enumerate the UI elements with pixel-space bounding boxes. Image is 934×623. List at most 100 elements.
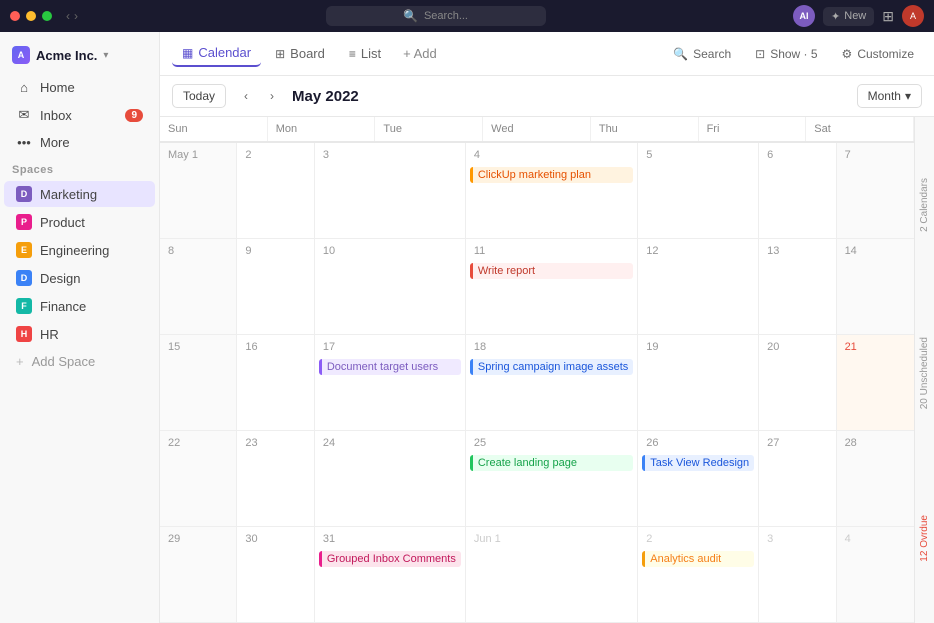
date-may22: 22: [164, 435, 232, 451]
cell-may5[interactable]: 5: [638, 143, 759, 239]
cell-may13[interactable]: 13: [759, 239, 836, 335]
tab-calendar[interactable]: ▦ Calendar: [172, 40, 261, 67]
day-sun: Sun: [160, 117, 268, 141]
cell-may3[interactable]: 3: [315, 143, 466, 239]
date-may15: 15: [164, 339, 232, 355]
sidebar-item-more[interactable]: ••• More: [4, 130, 155, 155]
event-task-view[interactable]: Task View Redesign: [642, 455, 754, 471]
cell-may19[interactable]: 19: [638, 335, 759, 431]
event-spring-campaign[interactable]: Spring campaign image assets: [470, 359, 633, 375]
hr-label: HR: [40, 327, 59, 342]
cell-jun3[interactable]: 3: [759, 527, 836, 623]
design-label: Design: [40, 271, 80, 286]
sidebar-item-finance[interactable]: F Finance: [4, 293, 155, 319]
tab-list[interactable]: ≡ List: [339, 41, 391, 66]
sidebar-item-marketing[interactable]: D Marketing: [4, 181, 155, 207]
cell-may30[interactable]: 30: [237, 527, 314, 623]
engineering-label: Engineering: [40, 243, 109, 258]
search-bar[interactable]: 🔍 Search...: [326, 6, 546, 26]
cell-may4[interactable]: 4 ClickUp marketing plan: [466, 143, 638, 239]
cell-may26[interactable]: 26 Task View Redesign: [638, 431, 759, 527]
home-icon: ⌂: [16, 80, 32, 95]
cell-may23[interactable]: 23: [237, 431, 314, 527]
cell-jun1[interactable]: Jun 1: [466, 527, 638, 623]
search-button[interactable]: 🔍 Search: [665, 43, 739, 65]
sidebar-item-design[interactable]: D Design: [4, 265, 155, 291]
calendar-main: Sun Mon Tue Wed Thu Fri Sat May 1 2: [160, 117, 914, 623]
cell-may10[interactable]: 10: [315, 239, 466, 335]
date-may17: 17: [319, 339, 461, 355]
tab-board[interactable]: ⊞ Board: [265, 41, 335, 66]
overdue-label[interactable]: 12 Ovrdue: [919, 515, 930, 562]
new-button[interactable]: ✦ New: [823, 7, 874, 26]
month-select[interactable]: Month ▾: [857, 84, 922, 108]
date-may25: 25: [470, 435, 633, 451]
month-caret-icon: ▾: [905, 89, 911, 103]
cell-may31[interactable]: 31 Grouped Inbox Comments: [315, 527, 466, 623]
customize-button[interactable]: ⚙ Customize: [834, 43, 922, 65]
hr-icon: H: [16, 326, 32, 342]
logo[interactable]: A Acme Inc. ▾: [0, 40, 159, 74]
sidebar-item-inbox[interactable]: ✉ Inbox 9: [4, 102, 155, 128]
prev-month-button[interactable]: ‹: [234, 84, 258, 108]
event-create-landing[interactable]: Create landing page: [470, 455, 633, 471]
add-space-button[interactable]: + Add Space: [4, 349, 155, 374]
list-tab-label: List: [361, 46, 381, 61]
cell-may29[interactable]: 29: [160, 527, 237, 623]
nav-arrows: ‹ ›: [66, 9, 78, 23]
cell-may14[interactable]: 14: [837, 239, 914, 335]
date-may18: 18: [470, 339, 633, 355]
cell-may12[interactable]: 12: [638, 239, 759, 335]
cell-may24[interactable]: 24: [315, 431, 466, 527]
event-grouped-inbox[interactable]: Grouped Inbox Comments: [319, 551, 461, 567]
event-document-target[interactable]: Document target users: [319, 359, 461, 375]
sidebar: A Acme Inc. ▾ ⌂ Home ✉ Inbox 9 ••• More …: [0, 32, 160, 623]
close-button[interactable]: [10, 11, 20, 21]
cell-may11[interactable]: 11 Write report: [466, 239, 638, 335]
add-view-button[interactable]: + Add: [395, 41, 445, 66]
cell-may22[interactable]: 22: [160, 431, 237, 527]
cell-may8[interactable]: 8: [160, 239, 237, 335]
today-button[interactable]: Today: [172, 84, 226, 108]
back-icon[interactable]: ‹: [66, 9, 70, 23]
forward-icon[interactable]: ›: [74, 9, 78, 23]
cell-may17[interactable]: 17 Document target users: [315, 335, 466, 431]
date-may19: 19: [642, 339, 754, 355]
cell-jun4[interactable]: 4: [837, 527, 914, 623]
cell-may18[interactable]: 18 Spring campaign image assets: [466, 335, 638, 431]
sidebar-more-label: More: [40, 135, 143, 150]
sidebar-item-hr[interactable]: H HR: [4, 321, 155, 347]
maximize-button[interactable]: [42, 11, 52, 21]
date-may31: 31: [319, 531, 461, 547]
cell-may21[interactable]: 21: [837, 335, 914, 431]
marketing-label: Marketing: [40, 187, 97, 202]
ai-badge[interactable]: AI: [793, 5, 815, 27]
sidebar-item-engineering[interactable]: E Engineering: [4, 237, 155, 263]
event-write-report[interactable]: Write report: [470, 263, 633, 279]
cell-may20[interactable]: 20: [759, 335, 836, 431]
cell-may7[interactable]: 7: [837, 143, 914, 239]
grid-icon[interactable]: ⊞: [882, 8, 894, 25]
event-analytics-audit[interactable]: Analytics audit: [642, 551, 754, 567]
cell-may2[interactable]: 2: [237, 143, 314, 239]
sidebar-item-product[interactable]: P Product: [4, 209, 155, 235]
date-may12: 12: [642, 243, 754, 259]
cell-may1[interactable]: May 1: [160, 143, 237, 239]
cell-may16[interactable]: 16: [237, 335, 314, 431]
cell-may6[interactable]: 6: [759, 143, 836, 239]
cell-may9[interactable]: 9: [237, 239, 314, 335]
avatar[interactable]: A: [902, 5, 924, 27]
calendars-label[interactable]: 2 Calendars: [919, 178, 930, 232]
cell-may27[interactable]: 27: [759, 431, 836, 527]
next-month-button[interactable]: ›: [260, 84, 284, 108]
sidebar-item-home[interactable]: ⌂ Home: [4, 75, 155, 100]
minimize-button[interactable]: [26, 11, 36, 21]
event-label: ClickUp marketing plan: [478, 169, 591, 181]
unscheduled-label[interactable]: 20 Unscheduled: [919, 337, 930, 409]
show-button[interactable]: ⊡ Show · 5: [747, 43, 825, 65]
cell-jun2[interactable]: 2 Analytics audit: [638, 527, 759, 623]
event-clickup-marketing[interactable]: ClickUp marketing plan: [470, 167, 633, 183]
cell-may25[interactable]: 25 Create landing page: [466, 431, 638, 527]
cell-may15[interactable]: 15: [160, 335, 237, 431]
cell-may28[interactable]: 28: [837, 431, 914, 527]
